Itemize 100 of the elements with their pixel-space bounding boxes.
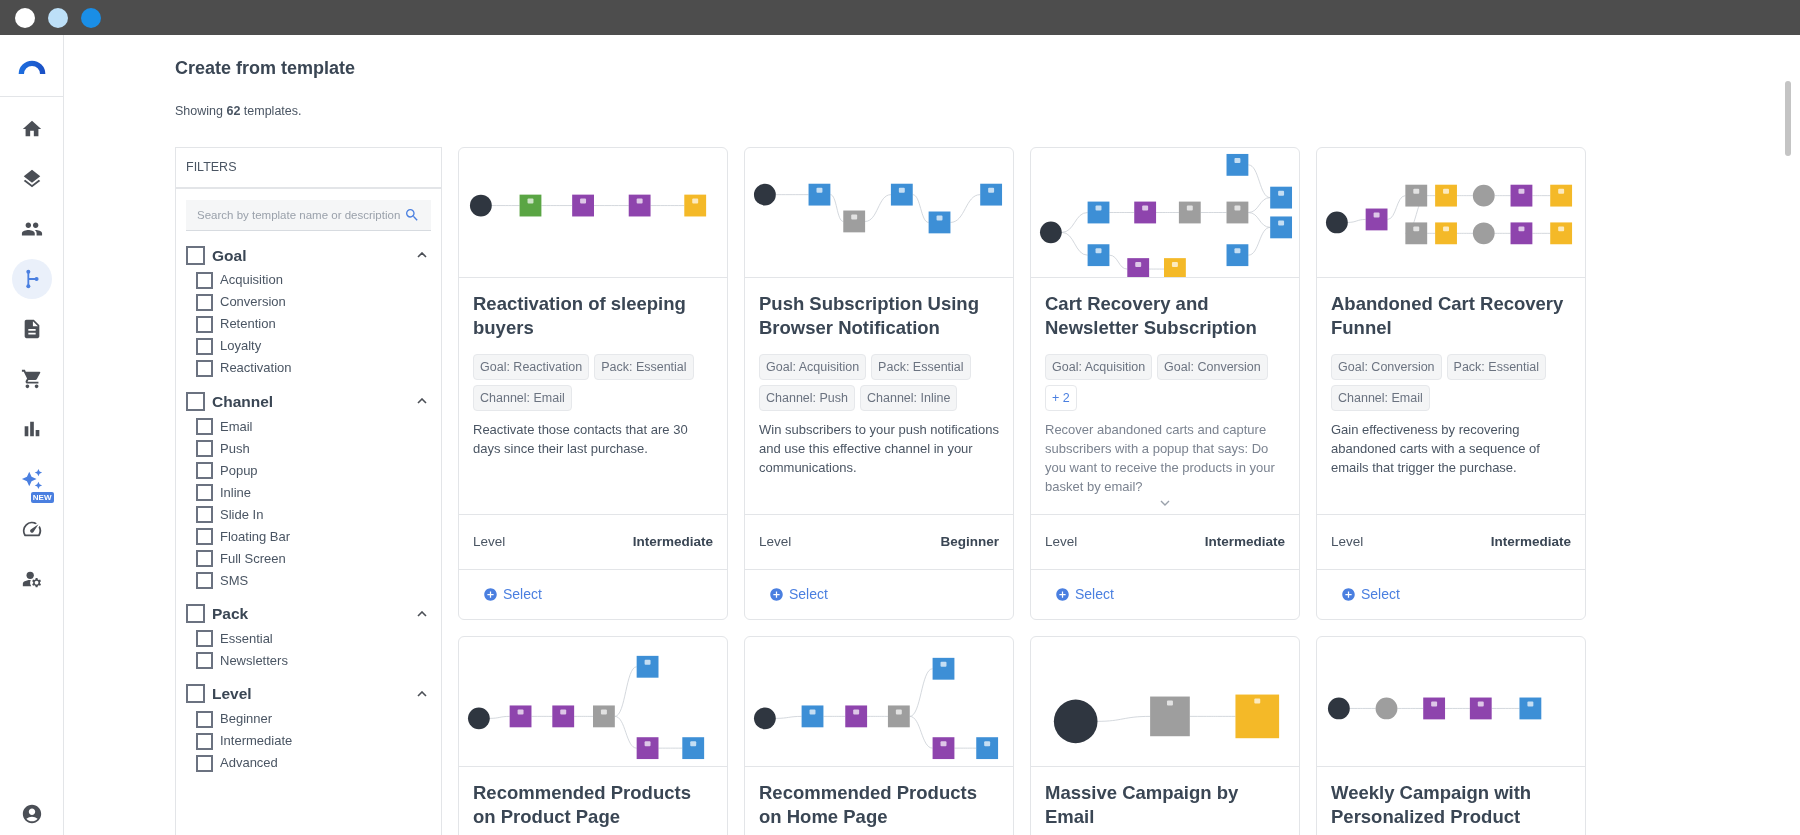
expand-icon[interactable]: [1160, 499, 1170, 506]
checkbox[interactable]: [196, 359, 213, 377]
filter-option-label: Email: [220, 418, 253, 435]
filter-option-label: Conversion: [220, 294, 286, 311]
search-icon: [404, 206, 420, 223]
checkbox[interactable]: [196, 528, 213, 545]
tag: Goal: Conversion: [1157, 353, 1268, 380]
checkbox[interactable]: [196, 652, 213, 670]
level-value: Intermediate: [1204, 532, 1285, 551]
plus-icon: [1055, 587, 1070, 602]
scrollbar-thumb[interactable]: [1785, 81, 1791, 156]
plus-icon: [769, 587, 784, 602]
filters-title: FILTERS: [176, 147, 441, 189]
filter-option-label: Full Screen: [220, 550, 286, 567]
template-title: Massive Campaign by Email: [1045, 781, 1240, 829]
filter-group-label: Goal: [212, 245, 248, 266]
level-label: Level: [1045, 532, 1078, 551]
tag: Pack: Essential: [871, 353, 971, 380]
tag: Channel: Email: [473, 384, 572, 411]
checkbox[interactable]: [186, 245, 205, 265]
filter-group-label: Channel: [212, 391, 275, 412]
checkbox[interactable]: [196, 754, 213, 772]
checkbox[interactable]: [196, 440, 213, 457]
select-button[interactable]: Select: [769, 584, 828, 605]
caret-icon[interactable]: [417, 398, 427, 405]
template-description: Reactivate those contacts that are 30 days since their last purchase.: [473, 420, 689, 458]
filter-group-label: Pack: [212, 604, 250, 624]
filter-option-label: Push: [220, 440, 250, 457]
checkbox[interactable]: [196, 710, 213, 728]
checkbox[interactable]: [196, 732, 213, 750]
more-tags-button[interactable]: + 2: [1045, 384, 1077, 411]
filter-option-label: Beginner: [220, 711, 273, 727]
template-title: Cart Recovery and Newsletter Subscription: [1045, 291, 1258, 340]
checkbox[interactable]: [196, 337, 213, 355]
tag: Pack: Essential: [594, 353, 694, 380]
level-label: Level: [1331, 532, 1364, 551]
tag: Goal: Acquisition: [759, 353, 867, 380]
filter-option-label: Newsletters: [220, 652, 288, 669]
template-description: Win subscribers to your push notifications and use this effective channel in your communications.: [759, 420, 999, 477]
template-title: Recommended Products on Home Page: [759, 781, 978, 829]
checkbox[interactable]: [196, 506, 213, 523]
filter-option-label: Inline: [220, 484, 252, 501]
plus-icon: [483, 587, 498, 602]
tag: Goal: Acquisition: [1045, 353, 1153, 380]
template-description: Gain effectiveness by recovering abandoned carts with a sequence of emails that trigger the purchase.: [1331, 420, 1541, 477]
templates-count: Showing 62 templates.: [175, 103, 303, 120]
checkbox[interactable]: [196, 550, 213, 567]
level-value: Intermediate: [632, 532, 713, 551]
filter-option-label: Retention: [220, 316, 276, 333]
filter-option-label: Loyalty: [220, 338, 262, 355]
level-label: Level: [473, 532, 506, 551]
sparkles-icon: [20, 468, 43, 490]
checkbox[interactable]: [186, 684, 205, 704]
filter-option-label: Popup: [220, 462, 258, 479]
tag: Goal: Conversion: [1331, 353, 1442, 380]
tag: Channel: Email: [1331, 384, 1430, 411]
template-title: Abandoned Cart Recovery Funnel: [1331, 291, 1565, 340]
filter-option-label: Reactivation: [220, 360, 292, 377]
search-field[interactable]: Search by template name or description: [186, 199, 431, 231]
filter-option-label: Intermediate: [220, 733, 293, 749]
template-title: Push Subscription Using Browser Notification: [759, 291, 980, 340]
checkbox[interactable]: [196, 630, 213, 648]
caret-icon[interactable]: [417, 690, 427, 697]
template-title: Recommended Products on Product Page: [473, 781, 692, 829]
filter-option-label: SMS: [220, 572, 249, 589]
tag: Channel: Push: [759, 384, 855, 411]
checkbox[interactable]: [186, 391, 205, 411]
checkbox[interactable]: [196, 572, 213, 589]
caret-icon[interactable]: [417, 252, 427, 259]
tag: Channel: Inline: [860, 384, 958, 411]
filter-option-label: Floating Bar: [220, 528, 291, 545]
account-icon[interactable]: [20, 803, 43, 825]
checkbox[interactable]: [196, 315, 213, 333]
level-value: Beginner: [940, 532, 999, 551]
checkbox[interactable]: [196, 418, 213, 435]
template-title: Weekly Campaign with Personalized Product: [1331, 781, 1533, 829]
filter-group-label: Level: [212, 684, 253, 705]
filter-option-label: Slide In: [220, 506, 264, 523]
filter-option-label: Advanced: [220, 755, 278, 771]
page-title: Create from template: [175, 57, 357, 80]
filter-option-label: Acquisition: [220, 272, 283, 289]
template-description: Recover abandoned carts and capture subscribers with a popup that says: Do you want to receive the products in your basket by email?: [1045, 420, 1276, 496]
level-label: Level: [759, 532, 792, 551]
sidebar-item[interactable]: [11, 259, 52, 299]
caret-icon[interactable]: [417, 610, 427, 617]
tag: Goal: Reactivation: [473, 353, 590, 380]
new-badge: NEW: [30, 492, 54, 503]
tag: Pack: Essential: [1446, 353, 1547, 380]
checkbox[interactable]: [196, 462, 213, 479]
filter-option-label: Essential: [220, 630, 273, 647]
select-button[interactable]: Select: [483, 584, 542, 605]
checkbox[interactable]: [196, 293, 213, 311]
select-button[interactable]: Select: [1341, 584, 1400, 605]
level-value: Intermediate: [1490, 532, 1571, 551]
checkbox[interactable]: [196, 484, 213, 501]
template-title: Reactivation of sleeping buyers: [473, 291, 687, 340]
checkbox[interactable]: [196, 271, 213, 289]
cart-icon: [20, 368, 43, 390]
select-button[interactable]: Select: [1055, 584, 1114, 605]
checkbox[interactable]: [186, 604, 205, 624]
